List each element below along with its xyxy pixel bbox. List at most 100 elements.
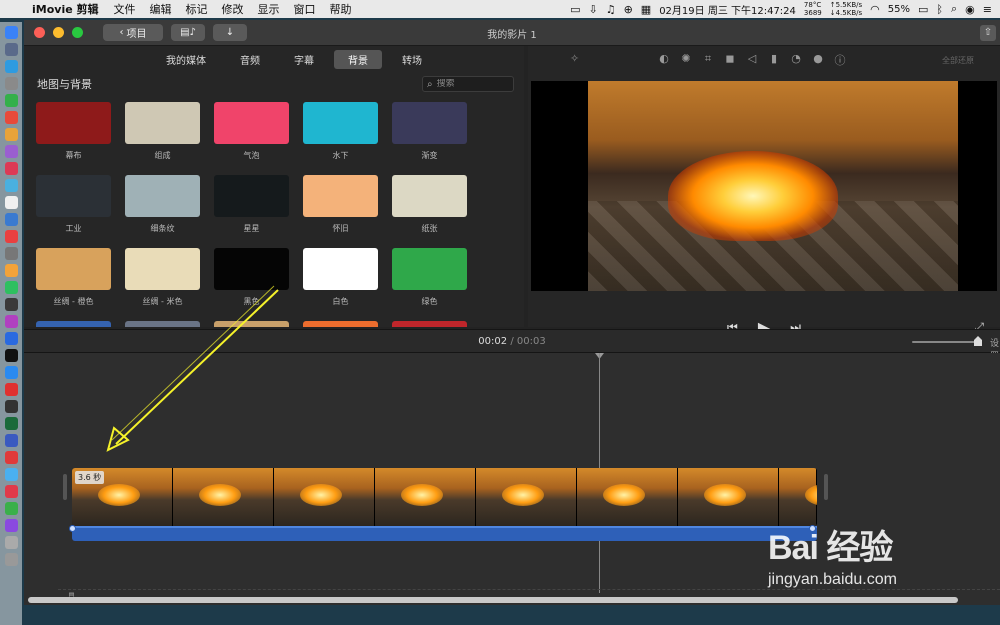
app-icon-gray[interactable] [4,247,18,260]
app-icon-orange[interactable] [4,128,18,141]
search-box[interactable]: ⌕ [422,76,514,92]
zoom-slider-track[interactable] [912,341,977,343]
datetime[interactable]: 02月19日 周三 下午12:47:24 [659,2,796,17]
app-icon-blue[interactable] [4,179,18,192]
tab-my-media[interactable]: 我的媒体 [152,50,220,69]
background-item[interactable]: 工业 [36,175,111,234]
finder-icon[interactable] [4,26,18,39]
media-layout-button[interactable]: ▤♪ [171,24,205,41]
background-item[interactable]: 丝绸 - 米色 [125,248,200,307]
app-icon-pink[interactable] [4,162,18,175]
background-item-partial[interactable] [214,321,289,327]
background-item[interactable]: 组成 [125,102,200,161]
app-icon-gray-2[interactable] [4,536,18,549]
app-icon-red-2[interactable] [4,230,18,243]
background-item[interactable]: 纸张 [392,175,467,234]
menu-view[interactable]: 显示 [251,1,287,17]
clip-trim-handle-left[interactable] [63,474,67,500]
app-icon-red[interactable] [4,111,18,124]
equalizer-icon[interactable]: ▮ [768,52,780,68]
video-preview[interactable] [531,81,997,291]
background-item[interactable]: 黑色 [214,248,289,307]
app-icon-cyan[interactable] [4,468,18,481]
calendar-icon[interactable]: ▦ [641,3,651,16]
background-item[interactable]: 怀旧 [303,175,378,234]
filter-icon[interactable]: ● [812,52,824,68]
app-icon-green-3[interactable] [4,502,18,515]
tab-backgrounds[interactable]: 背景 [334,49,382,69]
app-icon-magenta[interactable] [4,315,18,328]
color-balance-icon[interactable]: ◐ [658,52,670,68]
appstore-icon[interactable] [4,366,18,379]
safari-icon[interactable] [4,60,18,73]
close-window-button[interactable] [34,27,45,38]
yandex-icon[interactable] [4,451,18,464]
weibo-icon[interactable] [4,485,18,498]
background-item[interactable]: 幕布 [36,102,111,161]
battery-percent[interactable]: 55% [888,4,910,15]
app-icon-star[interactable] [4,519,18,532]
share-button[interactable]: ⇧ [980,25,996,41]
tab-transitions[interactable]: 转场 [388,50,436,69]
app-icon-purple[interactable] [4,145,18,158]
reset-all-button[interactable]: 全部还原 [942,55,974,66]
audio-fade-handle-left[interactable] [69,525,76,532]
menu-window[interactable]: 窗口 [287,1,323,17]
tab-audio[interactable]: 音频 [226,50,274,69]
magic-wand-icon[interactable]: ✧ [570,52,579,65]
wechat-icon[interactable] [4,94,18,107]
background-item-partial[interactable] [392,321,467,327]
menu-modify[interactable]: 修改 [215,1,251,17]
video-clip[interactable]: 3.6 秒 [72,468,817,526]
app-icon-blue-3[interactable] [4,332,18,345]
app-icon-orange-2[interactable] [4,264,18,277]
stabilization-icon[interactable]: ◼ [724,52,736,68]
info-icon[interactable]: ⓘ [834,52,846,68]
volume-icon[interactable]: ◁ [746,52,758,68]
menu-edit[interactable]: 编辑 [143,1,179,17]
battery-icon[interactable]: ▭ [918,3,928,16]
vpn-icon[interactable] [4,434,18,447]
app-icon-black[interactable] [4,349,18,362]
app-menu[interactable]: iMovie 剪辑 [26,1,107,17]
projects-back-button[interactable]: ‹ 项目 [103,24,163,41]
terminal-icon[interactable] [4,400,18,413]
color-correction-icon[interactable]: ✺ [680,52,692,68]
import-button[interactable]: ↓ [213,24,247,41]
menu-file[interactable]: 文件 [107,1,143,17]
download-icon[interactable]: ⇩ [588,3,597,16]
mail-icon[interactable] [4,77,18,90]
background-item[interactable]: 气泡 [214,102,289,161]
app-icon-white[interactable] [4,196,18,209]
background-item[interactable]: 绿色 [392,248,467,307]
background-item-partial[interactable] [125,321,200,327]
wifi-icon[interactable]: ◠ [870,3,880,16]
crop-icon[interactable]: ⌗ [702,52,714,68]
app-icon-green-2[interactable] [4,417,18,430]
launchpad-icon[interactable] [4,43,18,56]
trash-icon[interactable] [4,553,18,566]
siri-icon[interactable]: ◉ [965,3,975,16]
app-icon-blue-2[interactable] [4,213,18,226]
background-item-partial[interactable] [303,321,378,327]
notification-center-icon[interactable]: ≡ [983,3,992,16]
music-status-icon[interactable]: ♫ [606,3,616,16]
search-spotlight-icon[interactable]: ⌕ [951,2,957,16]
app-icon-green[interactable] [4,281,18,294]
search-input[interactable] [436,79,507,89]
bluetooth-icon[interactable]: ᛒ [936,3,943,16]
app-icon-dark[interactable] [4,298,18,311]
tab-titles[interactable]: 字幕 [280,50,328,69]
clip-audio-waveform[interactable] [72,526,817,541]
audio-fade-handle-right[interactable] [809,525,816,532]
speed-icon[interactable]: ◔ [790,52,802,68]
menu-mark[interactable]: 标记 [179,1,215,17]
background-item[interactable]: 星星 [214,175,289,234]
menu-help[interactable]: 帮助 [323,1,359,17]
background-item[interactable]: 细条纹 [125,175,200,234]
zoom-window-button[interactable] [72,27,83,38]
minimize-window-button[interactable] [53,27,64,38]
background-item[interactable]: 水下 [303,102,378,161]
background-item[interactable]: 渐变 [392,102,467,161]
timeline[interactable]: 3.6 秒 ♬ [24,353,1000,605]
